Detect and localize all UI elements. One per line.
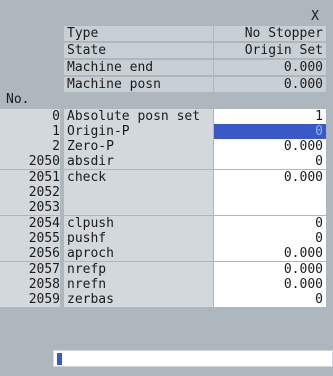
param-value[interactable] xyxy=(214,185,326,200)
info-label: Machine posn xyxy=(64,77,213,92)
number-column-header: No. xyxy=(6,92,30,107)
param-name: absdir xyxy=(64,154,213,169)
param-name: nrefn xyxy=(64,277,213,292)
param-row[interactable]: 2055 pushf 0 xyxy=(0,231,333,246)
param-number: 2050 xyxy=(0,154,60,169)
info-label: State xyxy=(64,43,213,58)
param-row[interactable]: 0 Absolute posn set 1 xyxy=(0,109,333,124)
param-name: zerbas xyxy=(64,292,213,307)
param-row[interactable]: 2054 clpush 0 xyxy=(0,216,333,231)
info-value: 0.000 xyxy=(214,60,326,75)
param-number: 2055 xyxy=(0,231,60,246)
param-name: clpush xyxy=(64,216,213,231)
param-name: Origin-P xyxy=(64,124,213,139)
param-value[interactable]: 0.000 xyxy=(214,170,326,185)
param-row[interactable]: 2058 nrefn 0.000 xyxy=(0,277,333,292)
info-row: Machine posn 0.000 xyxy=(0,77,333,92)
param-row[interactable]: 2057 nrefp 0.000 xyxy=(0,262,333,277)
param-name: aproch xyxy=(64,246,213,261)
param-row[interactable]: 2 Zero-P 0.000 xyxy=(0,139,333,154)
param-number: 1 xyxy=(0,124,60,139)
param-value-selected[interactable]: 0 xyxy=(214,124,326,139)
setting-input-field[interactable] xyxy=(53,350,333,367)
param-value[interactable]: 0 xyxy=(214,154,326,169)
param-name xyxy=(64,185,213,200)
info-row: Type No Stopper xyxy=(0,26,333,41)
info-row: Machine end 0.000 xyxy=(0,60,333,75)
info-value: 0.000 xyxy=(214,77,326,92)
info-row: State Origin Set xyxy=(0,43,333,58)
param-number: 2053 xyxy=(0,200,60,215)
axis-header: X xyxy=(311,9,319,24)
param-number: 0 xyxy=(0,109,60,124)
param-value[interactable]: 0 xyxy=(214,231,326,246)
param-row[interactable]: 2053 xyxy=(0,200,333,215)
param-name: nrefp xyxy=(64,262,213,277)
param-value[interactable]: 0.000 xyxy=(214,277,326,292)
param-number: 2054 xyxy=(0,216,60,231)
param-row[interactable]: 1 Origin-P 0 xyxy=(0,124,333,139)
param-row[interactable]: 2052 xyxy=(0,185,333,200)
param-value[interactable]: 0 xyxy=(214,216,326,231)
param-value[interactable] xyxy=(214,200,326,215)
param-number: 2052 xyxy=(0,185,60,200)
param-row[interactable]: 2051 check 0.000 xyxy=(0,170,333,185)
param-name: check xyxy=(64,170,213,185)
param-number: 2051 xyxy=(0,170,60,185)
param-name: Zero-P xyxy=(64,139,213,154)
param-name: Absolute posn set xyxy=(64,109,213,124)
param-name xyxy=(64,200,213,215)
param-number: 2059 xyxy=(0,292,60,307)
param-row[interactable]: 2059 zerbas 0 xyxy=(0,292,333,307)
info-label: Type xyxy=(64,26,213,41)
param-value[interactable]: 0.000 xyxy=(214,139,326,154)
info-value: Origin Set xyxy=(214,43,326,58)
param-number: 2058 xyxy=(0,277,60,292)
param-value[interactable]: 0.000 xyxy=(214,262,326,277)
param-value[interactable]: 0 xyxy=(214,292,326,307)
param-name: pushf xyxy=(64,231,213,246)
param-value[interactable]: 1 xyxy=(214,109,326,124)
param-number: 2057 xyxy=(0,262,60,277)
param-value[interactable]: 0.000 xyxy=(214,246,326,261)
param-number: 2056 xyxy=(0,246,60,261)
info-label: Machine end xyxy=(64,60,213,75)
param-number: 2 xyxy=(0,139,60,154)
param-row[interactable]: 2050 absdir 0 xyxy=(0,154,333,169)
info-value: No Stopper xyxy=(214,26,326,41)
param-row[interactable]: 2056 aproch 0.000 xyxy=(0,246,333,261)
input-cursor xyxy=(57,353,62,365)
